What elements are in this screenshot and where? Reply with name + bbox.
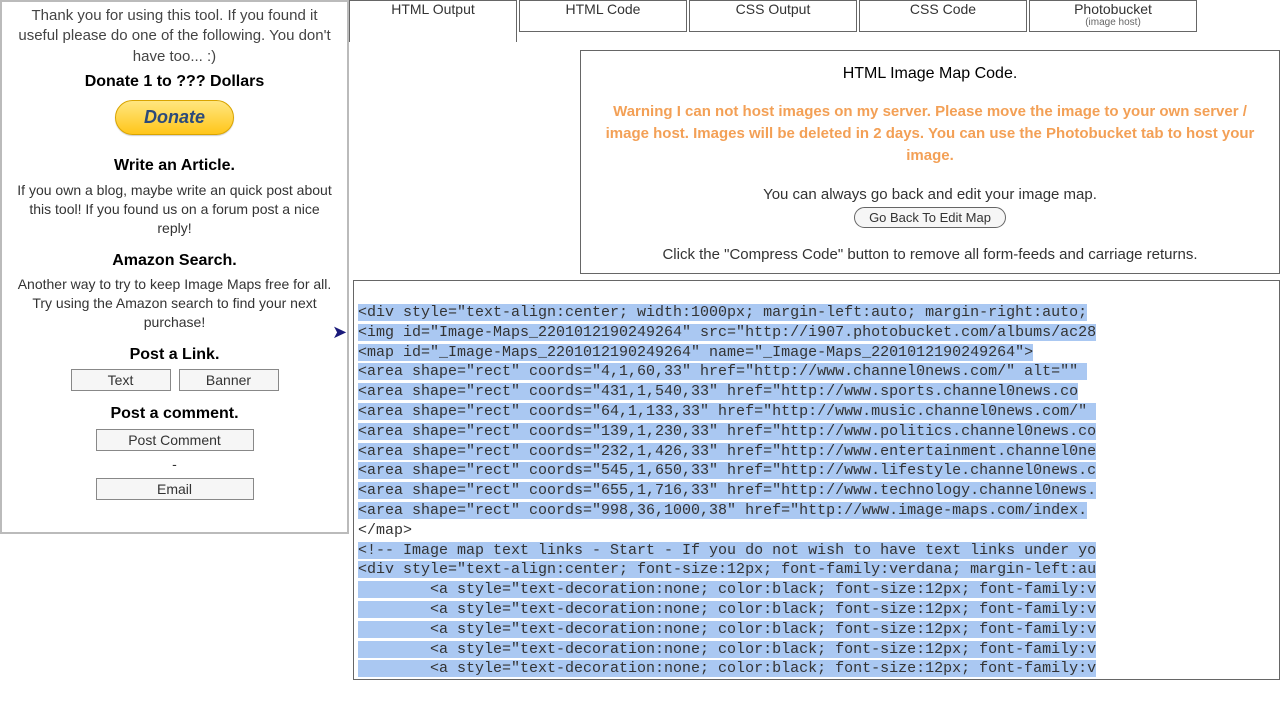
email-button[interactable]: Email (96, 478, 254, 500)
tab-html-code[interactable]: HTML Code (519, 0, 687, 32)
post-comment-button[interactable]: Post Comment (96, 429, 254, 451)
tab-html-output[interactable]: HTML Output (349, 0, 517, 42)
dash: - (12, 455, 337, 474)
sidebar: Thank you for using this tool. If you fo… (0, 0, 349, 534)
tab-photobucket[interactable]: Photobucket (image host) (1029, 0, 1197, 32)
panel-title: HTML Image Map Code. (595, 65, 1265, 83)
content-panel: HTML Image Map Code. Warning I can not h… (580, 50, 1280, 274)
go-back-button[interactable]: Go Back To Edit Map (854, 207, 1006, 228)
main-area: HTML Output HTML Code CSS Output CSS Cod… (349, 0, 1280, 720)
amazon-heading: Amazon Search. (12, 250, 337, 272)
donate-heading: Donate 1 to ??? Dollars (12, 71, 337, 93)
comment-heading: Post a comment. (12, 403, 337, 425)
code-output[interactable]: <div style="text-align:center; width:100… (353, 280, 1280, 680)
tab-label: CSS Code (910, 1, 976, 17)
article-heading: Write an Article. (12, 155, 337, 177)
tab-sublabel: (image host) (1085, 17, 1141, 28)
tab-label: CSS Output (736, 1, 811, 17)
text-link-button[interactable]: Text (71, 369, 171, 391)
article-body: If you own a blog, maybe write an quick … (12, 181, 337, 238)
compress-text: Click the "Compress Code" button to remo… (595, 246, 1265, 263)
tab-label: HTML Code (566, 1, 641, 17)
tab-bar: HTML Output HTML Code CSS Output CSS Cod… (349, 0, 1280, 42)
tab-label: Photobucket (1074, 1, 1152, 17)
postlink-heading: Post a Link. (12, 344, 337, 366)
tab-label: HTML Output (391, 1, 475, 17)
tab-css-code[interactable]: CSS Code (859, 0, 1027, 32)
warning-text: Warning I can not host images on my serv… (595, 101, 1265, 166)
intro-text: Thank you for using this tool. If you fo… (12, 6, 337, 67)
banner-link-button[interactable]: Banner (179, 369, 279, 391)
goback-text: You can always go back and edit your ima… (595, 186, 1265, 203)
tab-css-output[interactable]: CSS Output (689, 0, 857, 32)
donate-button[interactable]: Donate (115, 100, 234, 135)
amazon-body: Another way to try to keep Image Maps fr… (12, 275, 337, 332)
